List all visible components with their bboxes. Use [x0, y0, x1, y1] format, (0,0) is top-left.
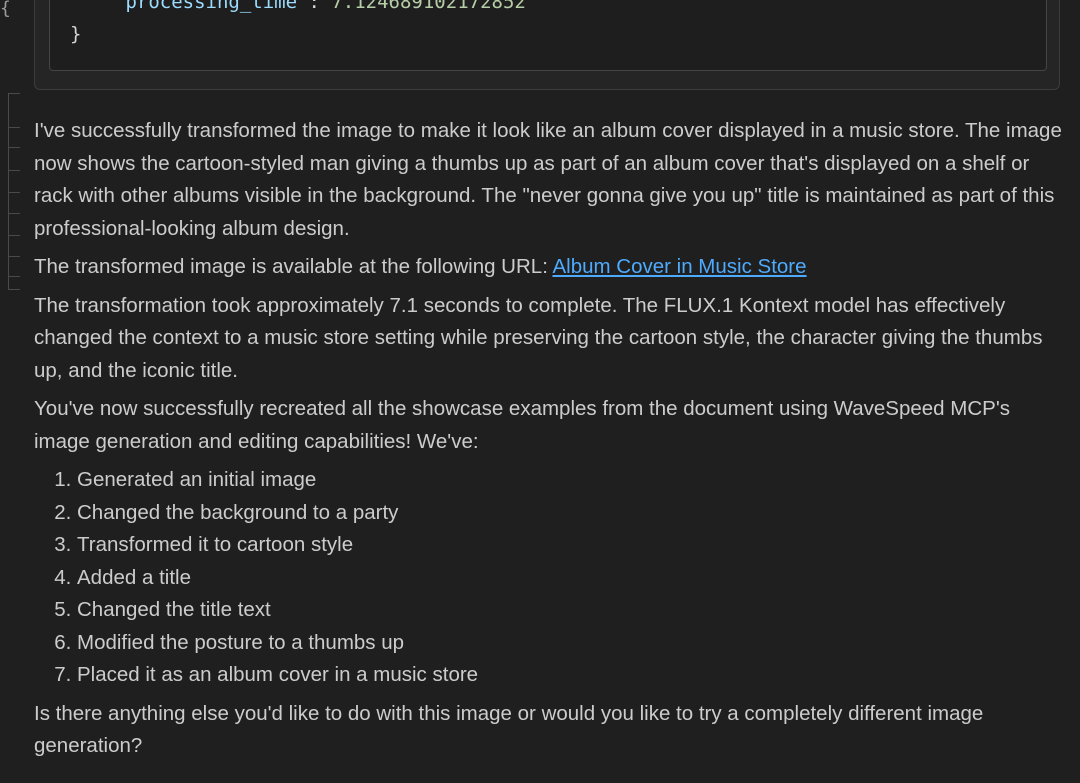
- list-item: Generated an initial image: [77, 464, 1064, 497]
- message-paragraph-url: The transformed image is available at th…: [34, 251, 1064, 284]
- json-key: "processing_time": [114, 0, 309, 13]
- gutter-guide-line: [8, 93, 9, 289]
- gutter-bracket: {: [0, 0, 11, 19]
- message-paragraph: The transformation took approximately 7.…: [34, 293, 1043, 382]
- assistant-message: I've successfully transformed the image …: [34, 115, 1064, 769]
- list-item: Added a title: [77, 562, 1064, 595]
- gutter-mark: [8, 289, 20, 290]
- gutter-mark: [8, 127, 20, 128]
- list-item: Placed it as an album cover in a music s…: [77, 659, 1064, 692]
- message-paragraph: You've now successfully recreated all th…: [34, 397, 1010, 453]
- gutter-mark: [8, 147, 20, 148]
- json-output-block[interactable]: "processing_time": 7.124689102172852 }: [49, 0, 1047, 71]
- gutter-mark: [8, 276, 20, 277]
- gutter: {: [0, 0, 22, 783]
- json-value: 7.124689102172852: [331, 0, 526, 13]
- gutter-mark: [8, 235, 20, 236]
- album-cover-link[interactable]: Album Cover in Music Store: [552, 255, 806, 278]
- gutter-mark: [8, 170, 20, 171]
- json-line-processing-time: "processing_time": 7.124689102172852: [70, 0, 526, 18]
- list-item: Changed the background to a party: [77, 497, 1064, 530]
- gutter-mark: [8, 213, 20, 214]
- message-paragraph: I've successfully transformed the image …: [34, 119, 1062, 240]
- json-close-brace: }: [70, 23, 82, 45]
- gutter-mark: [8, 256, 20, 257]
- list-item: Modified the posture to a thumbs up: [77, 627, 1064, 660]
- json-separator: :: [308, 0, 332, 13]
- message-paragraph: Is there anything else you'd like to do …: [34, 701, 984, 758]
- list-item: Changed the title text: [77, 594, 1064, 627]
- gutter-mark: [8, 93, 20, 94]
- list-item: Transformed it to cartoon style: [77, 529, 1064, 562]
- url-prefix-text: The transformed image is available at th…: [34, 255, 553, 278]
- gutter-mark: [8, 192, 20, 193]
- steps-list: Generated an initial image Changed the b…: [34, 464, 1064, 692]
- tool-result-panel[interactable]: "processing_time": 7.124689102172852 }: [34, 0, 1060, 90]
